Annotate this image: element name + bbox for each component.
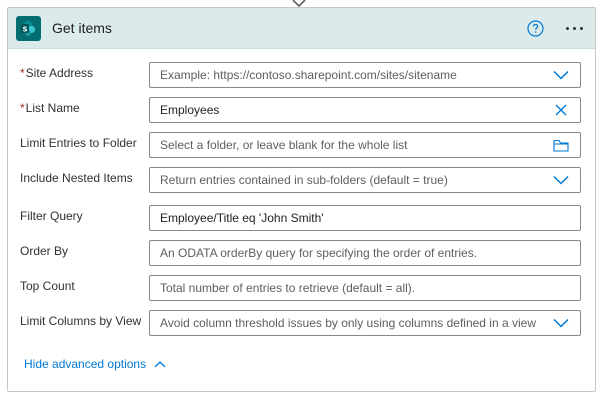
top-count-field[interactable]: Total number of entries to retrieve (def… [149, 275, 581, 301]
hide-advanced-options-link[interactable]: Hide advanced options [24, 357, 166, 371]
order-by-field[interactable]: An ODATA orderBy query for specifying th… [149, 240, 581, 266]
limit-columns-row: Limit Columns by View Avoid column thres… [20, 310, 586, 336]
site-address-dropdown[interactable]: Example: https://contoso.sharepoint.com/… [149, 62, 581, 88]
required-marker: * [20, 66, 25, 80]
order-by-label: Order By [20, 244, 69, 258]
top-count-row: Top Count Total number of entries to ret… [20, 275, 586, 301]
list-name-row: *List Name Employees [20, 97, 586, 123]
top-count-placeholder: Total number of entries to retrieve (def… [160, 281, 416, 295]
help-button[interactable] [526, 19, 544, 37]
list-name-label: *List Name [20, 101, 80, 115]
get-items-action-card: S Get items *Site Address Example: https… [7, 7, 596, 392]
sharepoint-logo-icon: S [16, 15, 41, 41]
chevron-down-icon[interactable] [552, 171, 570, 189]
svg-text:S: S [22, 25, 27, 33]
limit-columns-dropdown[interactable]: Avoid column threshold issues by only us… [149, 310, 581, 336]
site-address-placeholder: Example: https://contoso.sharepoint.com/… [160, 68, 457, 82]
question-circle-icon [526, 19, 544, 37]
required-marker: * [20, 101, 25, 115]
filter-query-value: Employee/Title eq 'John Smith' [160, 211, 324, 225]
limit-columns-label: Limit Columns by View [20, 314, 142, 328]
site-address-row: *Site Address Example: https://contoso.s… [20, 62, 586, 88]
nested-items-dropdown[interactable]: Return entries contained in sub-folders … [149, 167, 581, 193]
chevron-down-icon[interactable] [552, 66, 570, 84]
clear-icon[interactable] [552, 101, 570, 119]
filter-query-label: Filter Query [20, 209, 83, 223]
more-options-button[interactable] [564, 23, 585, 34]
order-by-row: Order By An ODATA orderBy query for spec… [20, 240, 586, 266]
chevron-down-icon[interactable] [552, 314, 570, 332]
action-title: Get items [52, 20, 112, 36]
limit-folder-field[interactable]: Select a folder, or leave blank for the … [149, 132, 581, 158]
folder-icon[interactable] [552, 136, 570, 154]
limit-folder-label: Limit Entries to Folder [20, 136, 137, 150]
limit-columns-placeholder: Avoid column threshold issues by only us… [160, 316, 536, 330]
limit-folder-row: Limit Entries to Folder Select a folder,… [20, 132, 586, 158]
chevron-up-icon [154, 361, 166, 368]
nested-items-row: Include Nested Items Return entries cont… [20, 167, 586, 193]
limit-folder-placeholder: Select a folder, or leave blank for the … [160, 138, 408, 152]
nested-items-label: Include Nested Items [20, 171, 133, 185]
nested-items-placeholder: Return entries contained in sub-folders … [160, 173, 448, 187]
list-name-field[interactable]: Employees [149, 97, 581, 123]
ellipsis-icon [566, 26, 569, 30]
top-count-label: Top Count [20, 279, 75, 293]
site-address-label: *Site Address [20, 66, 94, 80]
flow-designer-canvas: S Get items *Site Address Example: https… [0, 0, 600, 400]
list-name-value: Employees [160, 103, 220, 117]
action-header[interactable]: S Get items [8, 8, 595, 49]
hide-advanced-options-label: Hide advanced options [24, 357, 147, 371]
order-by-placeholder: An ODATA orderBy query for specifying th… [160, 246, 478, 260]
filter-query-field[interactable]: Employee/Title eq 'John Smith' [149, 205, 581, 231]
filter-query-row: Filter Query Employee/Title eq 'John Smi… [20, 205, 586, 231]
